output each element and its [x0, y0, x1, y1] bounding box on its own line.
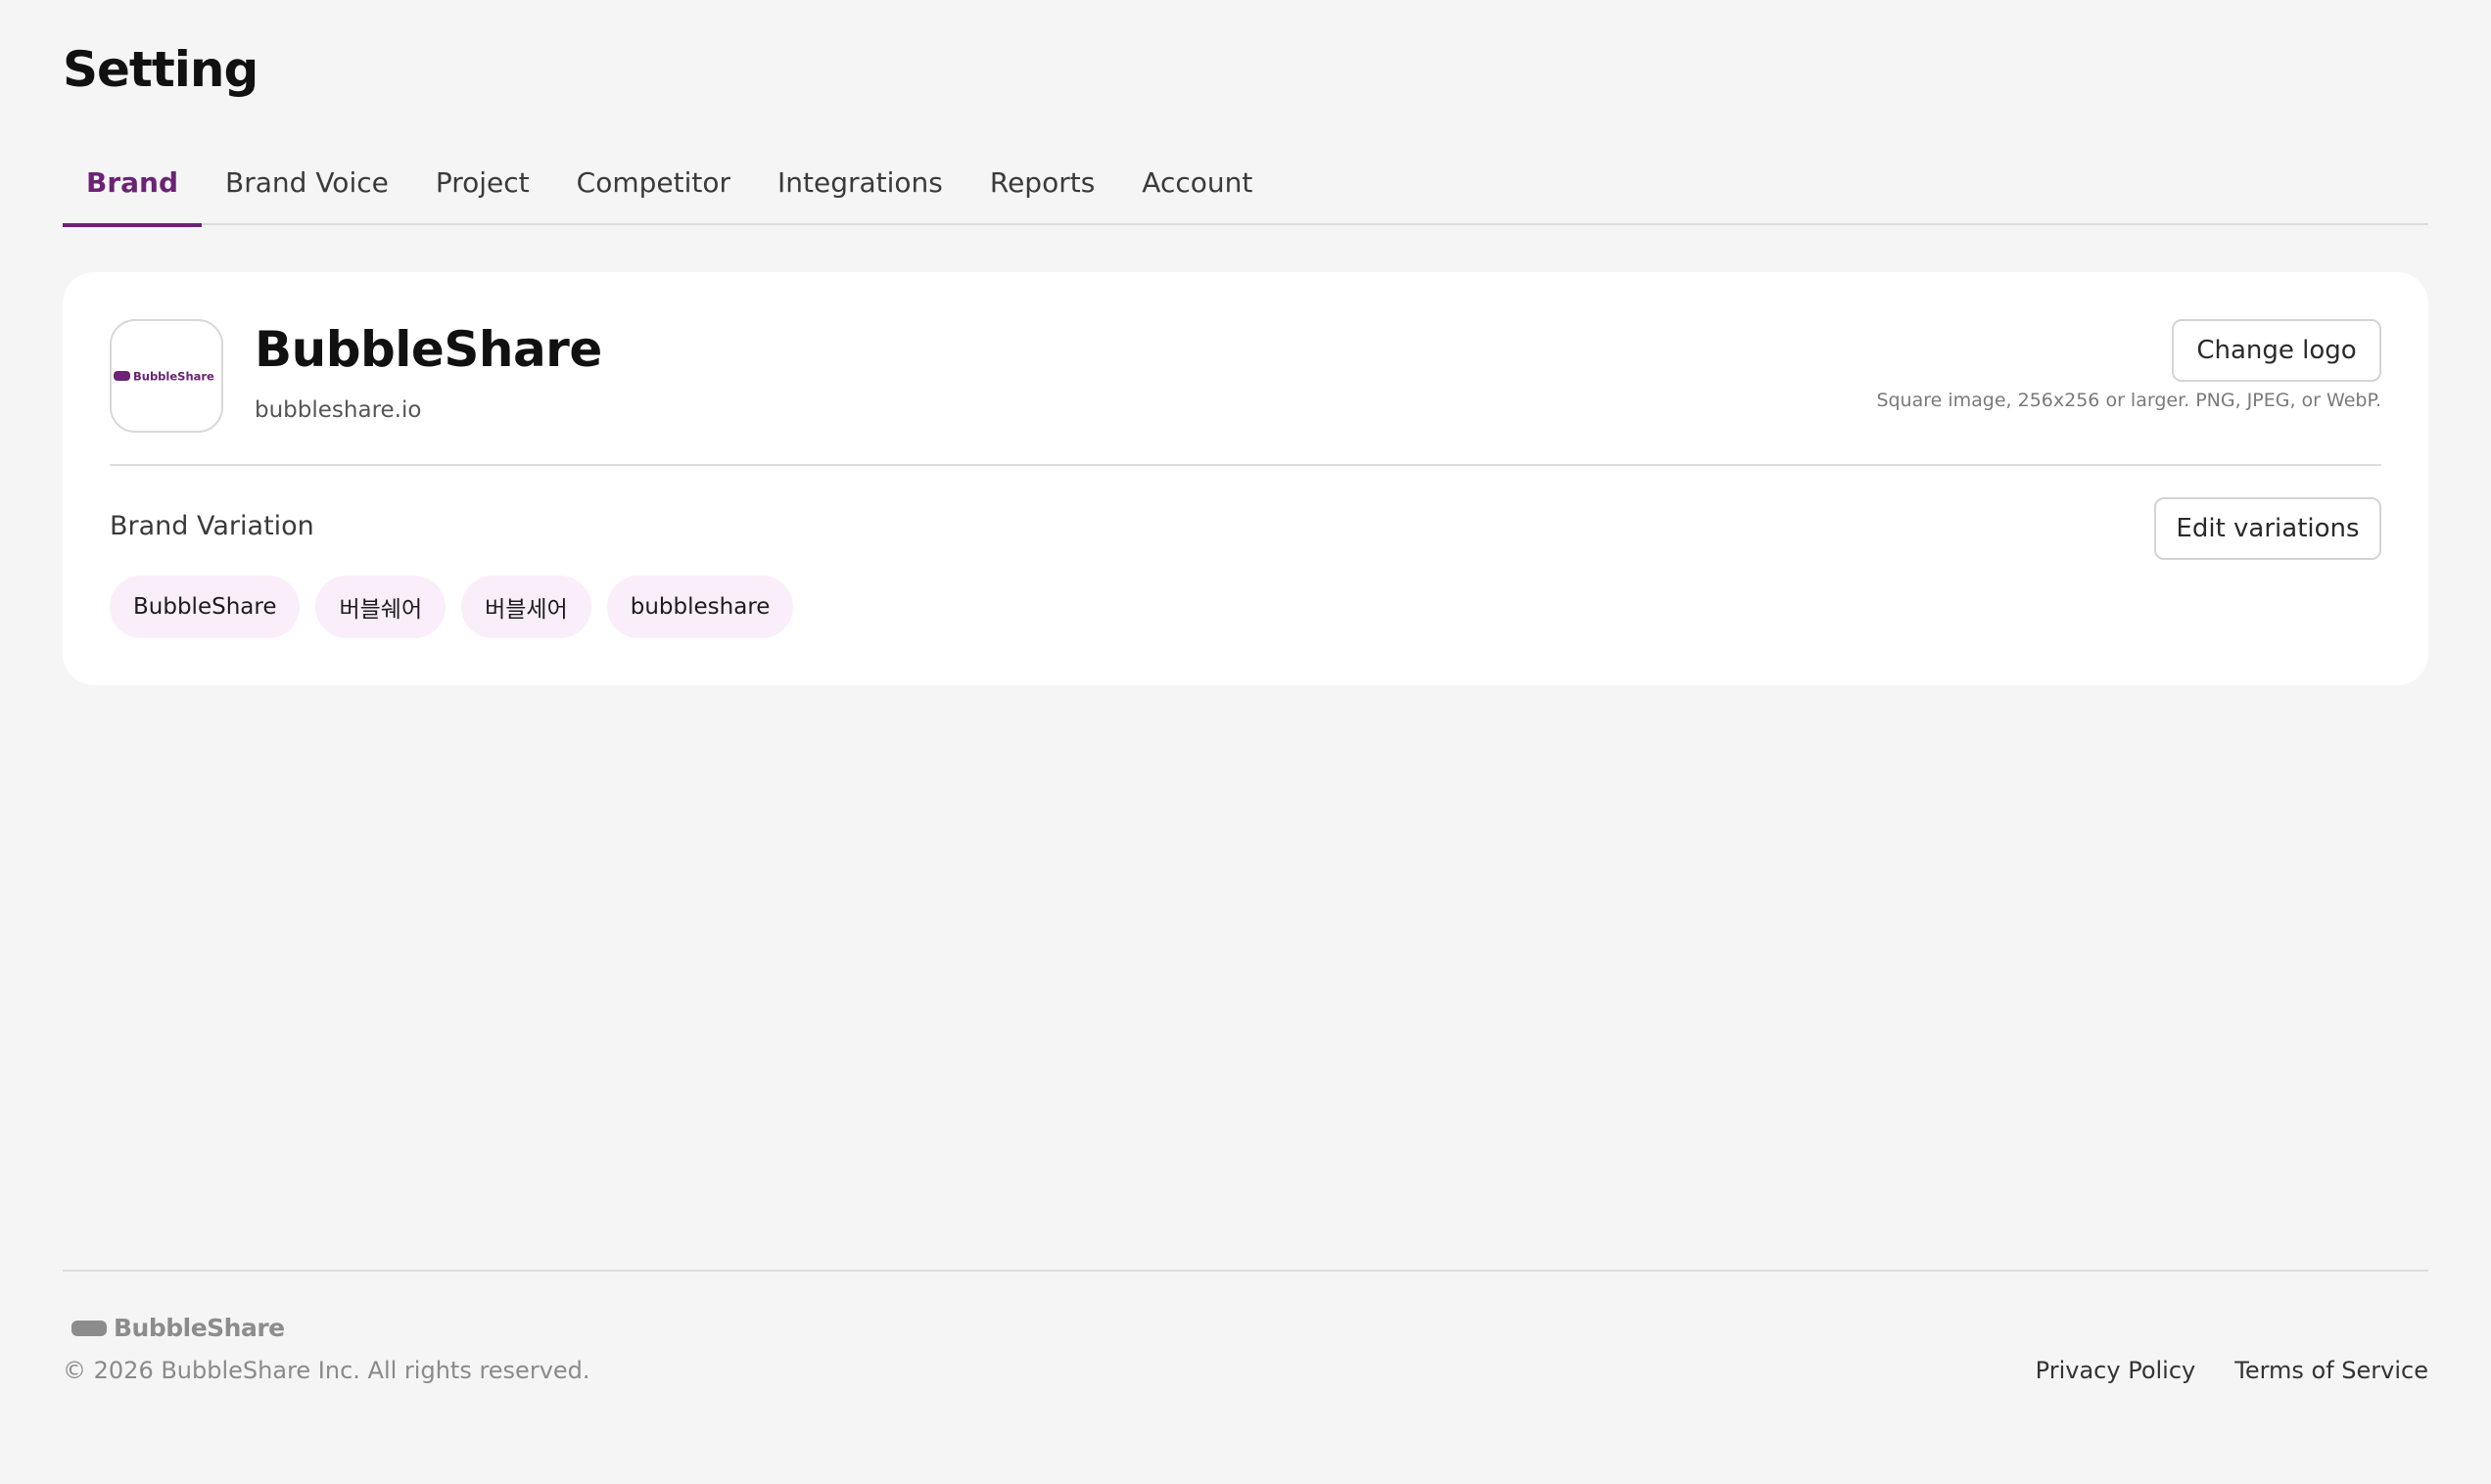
settings-tabs: Brand Brand Voice Project Competitor Int…: [63, 157, 2428, 227]
variation-chip: 버블쉐어: [315, 576, 446, 638]
brand-logo: BubbleShare: [110, 319, 223, 433]
page-title: Setting: [63, 41, 258, 98]
divider: [110, 464, 2381, 466]
tab-account[interactable]: Account: [1118, 157, 1276, 225]
brand-name: BubbleShare: [255, 321, 602, 378]
footer-links: Privacy Policy Terms of Service: [2036, 1357, 2428, 1384]
terms-of-service-link[interactable]: Terms of Service: [2234, 1357, 2428, 1384]
footer-logo-text: BubbleShare: [114, 1314, 285, 1342]
logo-hint: Square image, 256x256 or larger. PNG, JP…: [1876, 390, 2381, 411]
brand-variation-label: Brand Variation: [110, 511, 314, 541]
change-logo-button[interactable]: Change logo: [2172, 319, 2381, 382]
footer-divider: [63, 1270, 2428, 1272]
edit-variations-button[interactable]: Edit variations: [2154, 497, 2381, 560]
tab-competitor[interactable]: Competitor: [553, 157, 754, 225]
privacy-policy-link[interactable]: Privacy Policy: [2036, 1357, 2196, 1384]
variation-chip: BubbleShare: [110, 576, 301, 638]
variation-chip: 버블세어: [461, 576, 591, 638]
brand-card: BubbleShare BubbleShare bubbleshare.io C…: [63, 272, 2428, 685]
tab-project[interactable]: Project: [412, 157, 553, 225]
tab-reports[interactable]: Reports: [966, 157, 1118, 225]
variation-chip: bubbleshare: [606, 576, 794, 638]
copyright: © 2026 BubbleShare Inc. All rights reser…: [63, 1357, 590, 1384]
tab-brand-voice[interactable]: Brand Voice: [202, 157, 412, 225]
brand-domain: bubbleshare.io: [255, 397, 422, 423]
bubble-logo-icon: BubbleShare: [114, 370, 214, 384]
tab-brand[interactable]: Brand: [63, 157, 203, 227]
tab-integrations[interactable]: Integrations: [754, 157, 966, 225]
footer-logo: BubbleShare: [70, 1314, 285, 1342]
bubble-logo-icon: [71, 1320, 107, 1336]
variation-chips: BubbleShare 버블쉐어 버블세어 bubbleshare: [110, 576, 794, 638]
svg-text:BubbleShare: BubbleShare: [133, 370, 214, 384]
